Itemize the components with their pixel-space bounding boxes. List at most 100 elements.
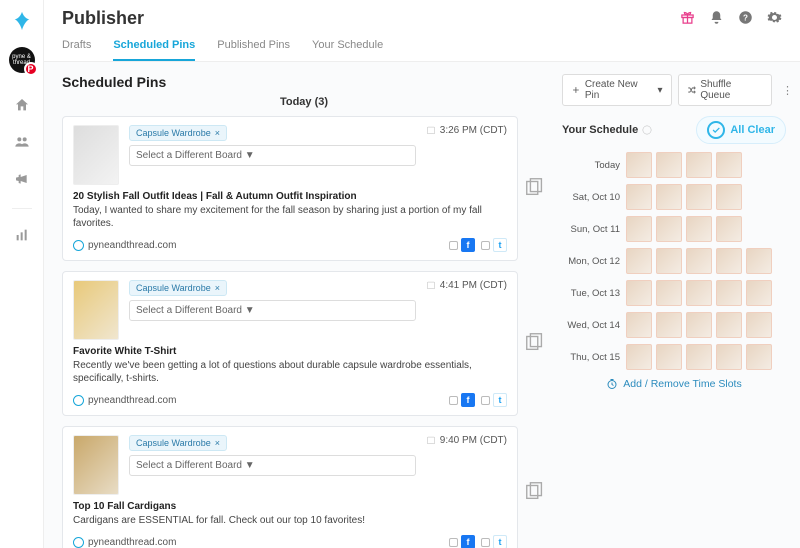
all-clear-button[interactable]: All Clear <box>696 116 786 144</box>
schedule-slot[interactable] <box>656 248 682 274</box>
schedule-slot[interactable] <box>656 184 682 210</box>
pin-thumbnail[interactable] <box>73 125 119 185</box>
schedule-slot[interactable] <box>656 152 682 178</box>
account-avatar[interactable]: pyne &thread P <box>9 47 35 73</box>
campaigns-icon[interactable] <box>14 171 30 190</box>
schedule-slot[interactable] <box>686 152 712 178</box>
board-select[interactable]: Select a Different Board ▼ <box>129 455 416 476</box>
page-title: Publisher <box>62 8 144 29</box>
board-chip[interactable]: Capsule Wardrobe× <box>129 280 227 296</box>
create-pin-button[interactable]: Create New Pin▾ <box>562 74 672 106</box>
schedule-slot[interactable] <box>686 280 712 306</box>
chip-remove-icon[interactable]: × <box>215 438 220 448</box>
tab-published[interactable]: Published Pins <box>217 39 290 61</box>
schedule-slot[interactable] <box>626 184 652 210</box>
schedule-day-label: Sat, Oct 10 <box>562 192 620 203</box>
pin-time: 4:41 PM (CDT) <box>426 280 507 340</box>
schedule-slot[interactable] <box>746 248 772 274</box>
pin-title: 20 Stylish Fall Outfit Ideas | Fall & Au… <box>73 191 507 202</box>
tab-scheduled[interactable]: Scheduled Pins <box>113 39 195 61</box>
schedule-title: Your Schedule <box>562 124 652 136</box>
schedule-slot[interactable] <box>626 312 652 338</box>
topbar: Publisher ? <box>44 0 800 29</box>
schedule-slot[interactable] <box>656 312 682 338</box>
pin-title: Favorite White T-Shirt <box>73 346 507 357</box>
pin-source[interactable]: pyneandthread.com <box>73 537 176 548</box>
schedule-slot[interactable] <box>746 344 772 370</box>
schedule-slot[interactable] <box>626 344 652 370</box>
schedule-slot[interactable] <box>716 184 742 210</box>
schedule-slot[interactable] <box>656 280 682 306</box>
board-chip[interactable]: Capsule Wardrobe× <box>129 435 227 451</box>
schedule-slot[interactable] <box>716 344 742 370</box>
schedule-slot[interactable] <box>716 152 742 178</box>
pin-desc: Cardigans are ESSENTIAL for fall. Check … <box>73 514 507 527</box>
gear-icon[interactable] <box>767 10 782 28</box>
schedule-slot[interactable] <box>686 216 712 242</box>
app-logo[interactable] <box>11 10 33 35</box>
pin-time: 3:26 PM (CDT) <box>426 125 507 185</box>
schedule-day-row: Sun, Oct 11 <box>562 216 786 242</box>
board-chip[interactable]: Capsule Wardrobe× <box>129 125 227 141</box>
schedule-day-label: Wed, Oct 14 <box>562 320 620 331</box>
share-facebook[interactable]: f <box>449 535 475 548</box>
board-select[interactable]: Select a Different Board ▼ <box>129 145 416 166</box>
schedule-slot[interactable] <box>716 280 742 306</box>
chip-remove-icon[interactable]: × <box>215 283 220 293</box>
board-select[interactable]: Select a Different Board ▼ <box>129 300 416 321</box>
facebook-icon: f <box>461 393 475 407</box>
schedule-day-row: Thu, Oct 15 <box>562 344 786 370</box>
schedule-day-row: Sat, Oct 10 <box>562 184 786 210</box>
share-facebook[interactable]: f <box>449 393 475 407</box>
reorder-handle-icon[interactable] <box>524 176 546 201</box>
schedule-slot[interactable] <box>686 312 712 338</box>
schedule-slot[interactable] <box>716 216 742 242</box>
more-menu-icon[interactable]: ⋮ <box>778 82 786 99</box>
insights-icon[interactable] <box>14 227 30 246</box>
schedule-day-label: Tue, Oct 13 <box>562 288 620 299</box>
check-circled-icon <box>707 121 725 139</box>
feed-heading: Scheduled Pins <box>62 74 546 90</box>
pin-title: Top 10 Fall Cardigans <box>73 501 507 512</box>
pin-thumbnail[interactable] <box>73 280 119 340</box>
add-remove-slots-link[interactable]: Add / Remove Time Slots <box>606 378 741 390</box>
communities-icon[interactable] <box>14 134 30 153</box>
schedule-slot[interactable] <box>626 248 652 274</box>
share-twitter[interactable]: t <box>481 393 507 407</box>
clock-icon <box>606 378 618 390</box>
schedule-slot[interactable] <box>686 344 712 370</box>
facebook-icon: f <box>461 535 475 548</box>
pin-thumbnail[interactable] <box>73 435 119 495</box>
tabs: Drafts Scheduled Pins Published Pins You… <box>44 29 800 62</box>
schedule-slot[interactable] <box>626 280 652 306</box>
share-facebook[interactable]: f <box>449 238 475 252</box>
schedule-slot[interactable] <box>686 248 712 274</box>
gift-icon[interactable] <box>680 10 695 28</box>
tab-drafts[interactable]: Drafts <box>62 39 91 61</box>
help-icon[interactable]: ? <box>738 10 753 28</box>
pin-desc: Today, I wanted to share my excitement f… <box>73 204 507 230</box>
schedule-slot[interactable] <box>626 216 652 242</box>
schedule-slot[interactable] <box>686 184 712 210</box>
home-icon[interactable] <box>14 97 30 116</box>
bell-icon[interactable] <box>709 10 724 28</box>
reorder-handle-icon[interactable] <box>524 480 546 505</box>
schedule-slot[interactable] <box>626 152 652 178</box>
schedule-slot[interactable] <box>746 312 772 338</box>
schedule-slot[interactable] <box>716 248 742 274</box>
schedule-slot[interactable] <box>656 344 682 370</box>
chip-remove-icon[interactable]: × <box>215 128 220 138</box>
share-twitter[interactable]: t <box>481 238 507 252</box>
pin-source[interactable]: pyneandthread.com <box>73 240 176 251</box>
info-icon[interactable] <box>642 125 652 135</box>
schedule-slot[interactable] <box>746 280 772 306</box>
pin-source[interactable]: pyneandthread.com <box>73 395 176 406</box>
source-icon <box>73 240 84 251</box>
schedule-day-label: Mon, Oct 12 <box>562 256 620 267</box>
shuffle-queue-button[interactable]: Shuffle Queue <box>678 74 772 106</box>
share-twitter[interactable]: t <box>481 535 507 548</box>
reorder-handle-icon[interactable] <box>524 331 546 356</box>
schedule-slot[interactable] <box>656 216 682 242</box>
tab-your-schedule[interactable]: Your Schedule <box>312 39 383 61</box>
schedule-slot[interactable] <box>716 312 742 338</box>
